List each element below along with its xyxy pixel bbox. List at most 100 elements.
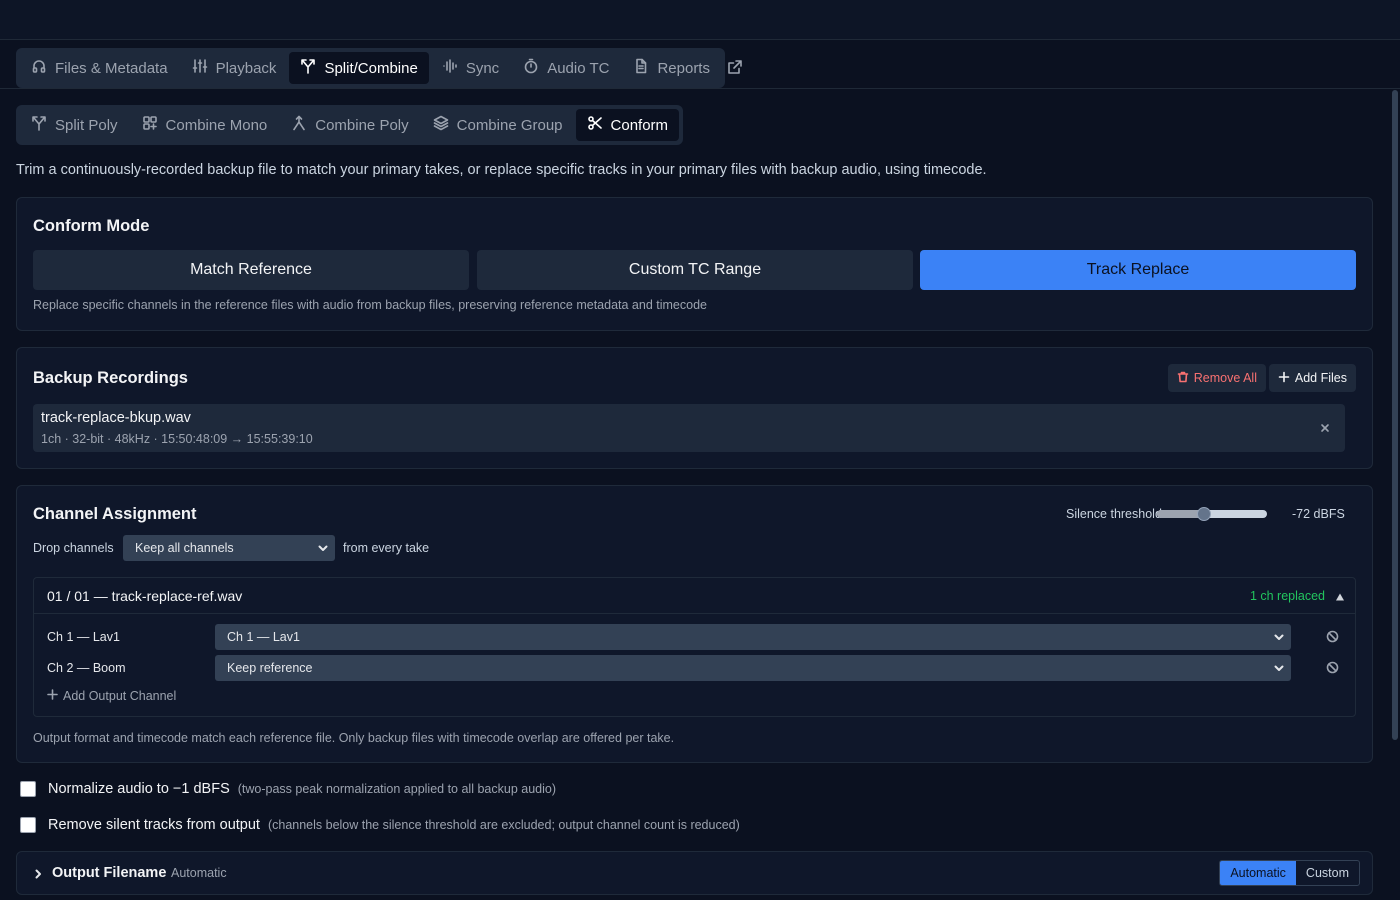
scissors-icon — [587, 115, 603, 135]
tab-label: Conform — [610, 116, 669, 134]
normalize-label: Normalize audio to −1 dBFS — [48, 781, 230, 797]
backup-file-meta: 1ch · 32-bit · 48kHz · 15:50:48:09 → 15:… — [41, 432, 313, 446]
channel-assignment-title: Channel Assignment — [33, 505, 197, 523]
take-title: 01 / 01 — track-replace-ref.wav — [47, 588, 243, 604]
channel-source-select[interactable]: Keep reference — [215, 655, 1291, 681]
output-filename-subtitle: Automatic — [171, 866, 227, 880]
split-icon — [300, 58, 316, 78]
custom-tc-range-button[interactable]: Custom TC Range — [477, 250, 913, 290]
external-link-icon[interactable] — [727, 59, 745, 77]
add-output-channel-label: Add Output Channel — [63, 689, 177, 703]
custom-mode-button[interactable]: Custom — [1296, 861, 1359, 885]
tab-label: Combine Mono — [165, 116, 268, 134]
add-files-button[interactable]: Add Files — [1268, 364, 1356, 392]
match-reference-button[interactable]: Match Reference — [33, 250, 469, 290]
output-filename-title: Output Filename — [52, 865, 167, 881]
filename-mode-toggle: Automatic Custom — [1219, 860, 1360, 886]
trash-icon — [1177, 371, 1189, 386]
output-filename-card: Output Filename Automatic Automatic Cust… — [16, 851, 1373, 895]
main-tab-bar: Files & Metadata Playback Split/Combine … — [16, 48, 725, 88]
track-replace-button[interactable]: Track Replace — [920, 250, 1356, 290]
tab-label: Split Poly — [55, 116, 118, 134]
tab-label: Playback — [215, 59, 277, 77]
mute-channel-icon[interactable] — [1326, 630, 1339, 643]
mute-channel-icon[interactable] — [1326, 661, 1339, 674]
chevron-down-icon — [1273, 631, 1285, 643]
layers-icon — [433, 115, 449, 135]
tab-label: Split/Combine — [324, 59, 418, 77]
silence-threshold-value: -72 dBFS — [1292, 507, 1345, 521]
replaced-count-badge: 1 ch replaced — [1249, 589, 1325, 603]
normalize-option: Normalize audio to −1 dBFS (two-pass pea… — [20, 781, 556, 797]
page-description: Trim a continuously-recorded backup file… — [16, 162, 987, 178]
chevron-down-icon — [317, 542, 329, 554]
channel-label: Ch 1 — Lav1 — [47, 630, 120, 644]
remove-all-button[interactable]: Remove All — [1167, 364, 1266, 392]
backup-recordings-card: Backup Recordings Remove All Add Files t… — [16, 347, 1373, 469]
chevron-down-icon — [1273, 662, 1285, 674]
silence-threshold-slider[interactable] — [1157, 507, 1267, 521]
tab-conform[interactable]: Conform — [575, 109, 680, 141]
tab-label: Files & Metadata — [55, 59, 168, 77]
title-bar — [0, 0, 1400, 40]
channel-source-value: Ch 1 — Lav1 — [227, 630, 300, 644]
remove-file-icon[interactable] — [1319, 421, 1331, 433]
collapse-triangle-icon[interactable] — [1335, 589, 1345, 601]
automatic-mode-button[interactable]: Automatic — [1220, 861, 1296, 885]
tab-label: Sync — [465, 59, 500, 77]
tab-combine-mono[interactable]: Combine Mono — [131, 109, 279, 141]
sub-tab-bar: Split Poly Combine Mono Combine Poly Com… — [16, 105, 684, 145]
silence-threshold-label: Silence threshold — [1066, 507, 1162, 521]
plus-icon — [47, 689, 58, 703]
tab-audio-tc[interactable]: Audio TC — [512, 52, 620, 84]
channel-source-value: Keep reference — [227, 661, 313, 675]
tab-combine-poly[interactable]: Combine Poly — [280, 109, 419, 141]
remove-all-label: Remove All — [1193, 371, 1257, 385]
backup-file-name: track-replace-bkup.wav — [41, 410, 191, 426]
channel-source-select[interactable]: Ch 1 — Lav1 — [215, 624, 1291, 650]
waveform-icon — [442, 58, 458, 78]
remove-silent-checkbox[interactable] — [20, 817, 36, 833]
tab-sync[interactable]: Sync — [431, 52, 510, 84]
tab-label: Combine Poly — [315, 116, 409, 134]
add-files-label: Add Files — [1294, 371, 1347, 385]
chevron-right-icon[interactable] — [32, 867, 44, 879]
tab-split-poly[interactable]: Split Poly — [20, 109, 129, 141]
remove-silent-hint: (channels below the silence threshold ar… — [267, 818, 740, 832]
normalize-hint: (two-pass peak normalization applied to … — [237, 782, 556, 796]
drop-channels-label: Drop channels — [33, 541, 114, 555]
drop-channels-select[interactable]: Keep all channels — [123, 535, 335, 561]
tab-label: Audio TC — [547, 59, 610, 77]
tab-combine-group[interactable]: Combine Group — [422, 109, 574, 141]
backup-file-item: track-replace-bkup.wav 1ch · 32-bit · 48… — [33, 404, 1345, 452]
channel-label: Ch 2 — Boom — [47, 661, 126, 675]
take-header[interactable]: 01 / 01 — track-replace-ref.wav 1 ch rep… — [34, 578, 1355, 614]
channel-assignment-card: Channel Assignment Silence threshold -72… — [16, 485, 1373, 763]
tab-split-combine[interactable]: Split/Combine — [289, 52, 429, 84]
headphones-icon — [31, 58, 47, 78]
tab-label: Combine Group — [456, 116, 563, 134]
tab-files-metadata[interactable]: Files & Metadata — [20, 52, 179, 84]
document-icon — [633, 58, 649, 78]
slider-thumb[interactable] — [1197, 507, 1212, 521]
tab-playback[interactable]: Playback — [181, 52, 288, 84]
split-icon — [31, 115, 47, 135]
stopwatch-icon — [523, 58, 539, 78]
conform-mode-title: Conform Mode — [33, 217, 150, 235]
tab-label: Reports — [657, 59, 710, 77]
channel-footnote: Output format and timecode match each re… — [33, 731, 675, 745]
conform-mode-hint: Replace specific channels in the referen… — [33, 298, 707, 312]
scrollbar[interactable] — [1390, 90, 1400, 900]
drop-channels-suffix: from every take — [343, 541, 430, 555]
normalize-checkbox[interactable] — [20, 781, 36, 797]
scrollbar-thumb[interactable] — [1392, 90, 1398, 740]
drop-channels-value: Keep all channels — [135, 541, 234, 555]
merge-icon — [291, 115, 307, 135]
combine-mono-icon — [142, 115, 158, 135]
sliders-icon — [192, 58, 208, 78]
remove-silent-option: Remove silent tracks from output (channe… — [20, 817, 740, 833]
plus-icon — [1278, 371, 1290, 386]
add-output-channel-button[interactable]: Add Output Channel — [47, 689, 176, 703]
backup-recordings-title: Backup Recordings — [33, 369, 188, 387]
tab-reports[interactable]: Reports — [622, 52, 721, 84]
